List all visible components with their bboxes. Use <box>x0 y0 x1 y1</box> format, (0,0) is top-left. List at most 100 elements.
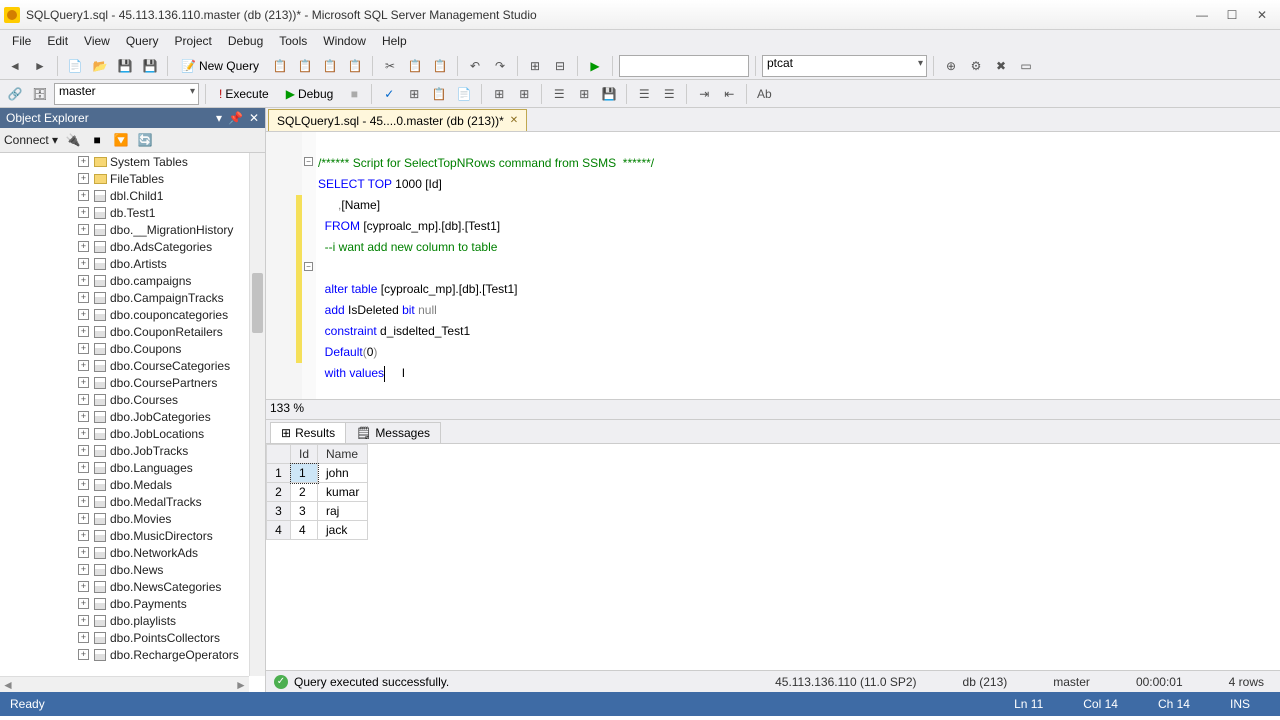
sql-editor[interactable]: − − /****** Script for SelectTopNRows co… <box>266 132 1280 400</box>
include-stats-icon[interactable]: ⊞ <box>513 83 535 105</box>
open-icon[interactable]: 📂 <box>89 55 111 77</box>
row-header[interactable]: 3 <box>267 502 291 521</box>
forward-icon[interactable]: ► <box>29 55 51 77</box>
nav-icon[interactable]: ⊞ <box>524 55 546 77</box>
cell-name[interactable]: raj <box>318 502 368 521</box>
results-file-icon[interactable]: 💾 <box>598 83 620 105</box>
expand-icon[interactable]: + <box>78 258 89 269</box>
cancel-connect-icon[interactable]: ✖ <box>990 55 1012 77</box>
tab-close-icon[interactable]: ✕ <box>510 115 518 126</box>
oe-disconnect-icon[interactable]: 🔌 <box>64 131 82 149</box>
start-debug-icon[interactable]: ▶ <box>584 55 606 77</box>
debug-button[interactable]: ▶ Debug <box>279 83 341 105</box>
expand-icon[interactable]: + <box>78 547 89 558</box>
tree-node[interactable]: +dbo.Languages <box>78 459 265 476</box>
save-all-icon[interactable]: 💾 <box>139 55 161 77</box>
expand-icon[interactable]: + <box>78 394 89 405</box>
login-combo[interactable]: ptcat <box>762 55 927 77</box>
expand-icon[interactable]: + <box>78 292 89 303</box>
paste-icon[interactable]: 📋 <box>429 55 451 77</box>
parse-icon[interactable]: ✓ <box>378 83 400 105</box>
tree-node[interactable]: +dbo.CourseCategories <box>78 357 265 374</box>
fold-icon[interactable]: − <box>304 262 313 271</box>
row-header[interactable]: 2 <box>267 483 291 502</box>
tree-node[interactable]: +dbo.couponcategories <box>78 306 265 323</box>
expand-icon[interactable]: + <box>78 615 89 626</box>
vertical-scrollbar[interactable] <box>249 153 265 676</box>
change-connection-icon[interactable]: 🔗 <box>4 83 26 105</box>
expand-icon[interactable]: + <box>78 377 89 388</box>
cell-id[interactable]: 3 <box>291 502 318 521</box>
tree-node[interactable]: +dbo.Medals <box>78 476 265 493</box>
menu-project[interactable]: Project <box>167 32 220 50</box>
specify-values-icon[interactable]: Ab <box>753 83 775 105</box>
expand-icon[interactable]: + <box>78 411 89 422</box>
tree-node[interactable]: +dbo.Payments <box>78 595 265 612</box>
row-header[interactable]: 1 <box>267 464 291 483</box>
tree-node[interactable]: +dbo.CouponRetailers <box>78 323 265 340</box>
tree-node[interactable]: +FileTables <box>78 170 265 187</box>
autohide-icon[interactable]: 📌 <box>228 111 243 125</box>
stop-icon[interactable]: ■ <box>343 83 365 105</box>
dmx-query-icon[interactable]: 📋 <box>344 55 366 77</box>
cell-id[interactable]: 4 <box>291 521 318 540</box>
tree-node[interactable]: +dbo.CoursePartners <box>78 374 265 391</box>
expand-icon[interactable]: + <box>78 530 89 541</box>
close-button[interactable]: ✕ <box>1248 5 1276 25</box>
expand-icon[interactable]: + <box>78 360 89 371</box>
tree-node[interactable]: +dbo.JobTracks <box>78 442 265 459</box>
expand-icon[interactable]: + <box>78 190 89 201</box>
tree-node[interactable]: +dbo.PointsCollectors <box>78 629 265 646</box>
menu-file[interactable]: File <box>4 32 39 50</box>
expand-icon[interactable]: + <box>78 513 89 524</box>
menu-debug[interactable]: Debug <box>220 32 271 50</box>
table-row[interactable]: 11john <box>267 464 368 483</box>
table-row[interactable]: 44jack <box>267 521 368 540</box>
menu-window[interactable]: Window <box>315 32 374 50</box>
tree-node[interactable]: +System Tables <box>78 153 265 170</box>
expand-icon[interactable]: + <box>78 326 89 337</box>
tree-node[interactable]: +dbo.MusicDirectors <box>78 527 265 544</box>
menu-query[interactable]: Query <box>118 32 167 50</box>
register-icon[interactable]: ⊕ <box>940 55 962 77</box>
tree-node[interactable]: +dbo.Movies <box>78 510 265 527</box>
cut-icon[interactable]: ✂ <box>379 55 401 77</box>
expand-icon[interactable]: + <box>78 564 89 575</box>
redo-icon[interactable]: ↷ <box>489 55 511 77</box>
cell-id[interactable]: 1 <box>291 464 318 483</box>
oe-filter-icon[interactable]: 🔽 <box>112 131 130 149</box>
tree-node[interactable]: +dbo.JobLocations <box>78 425 265 442</box>
tree-node[interactable]: +dbo.RechargeOperators <box>78 646 265 663</box>
estimated-plan-icon[interactable]: ⊞ <box>403 83 425 105</box>
uncomment-icon[interactable]: ☰ <box>658 83 680 105</box>
include-plan-icon[interactable]: ⊞ <box>488 83 510 105</box>
db-engine-query-icon[interactable]: 📋 <box>269 55 291 77</box>
tree-node[interactable]: +dbo.AdsCategories <box>78 238 265 255</box>
expand-icon[interactable]: + <box>78 632 89 643</box>
mdx-query-icon[interactable]: 📋 <box>319 55 341 77</box>
connect-button[interactable]: Connect ▾ <box>4 133 58 147</box>
tree-node[interactable]: +dbl.Child1 <box>78 187 265 204</box>
grid-header-id[interactable]: Id <box>291 445 318 464</box>
tree-node[interactable]: +db.Test1 <box>78 204 265 221</box>
available-db-icon[interactable]: 🗄 <box>29 83 51 105</box>
expand-icon[interactable]: + <box>78 581 89 592</box>
cell-name[interactable]: john <box>318 464 368 483</box>
expand-icon[interactable]: + <box>78 496 89 507</box>
tree-node[interactable]: +dbo.CampaignTracks <box>78 289 265 306</box>
comment-icon[interactable]: ☰ <box>633 83 655 105</box>
expand-icon[interactable]: + <box>78 479 89 490</box>
tree-node[interactable]: +dbo.campaigns <box>78 272 265 289</box>
cell-name[interactable]: jack <box>318 521 368 540</box>
undo-icon[interactable]: ↶ <box>464 55 486 77</box>
minimize-button[interactable]: — <box>1188 5 1216 25</box>
intellisense-icon[interactable]: 📄 <box>453 83 475 105</box>
expand-icon[interactable]: + <box>78 462 89 473</box>
find-input[interactable] <box>619 55 749 77</box>
expand-icon[interactable]: + <box>78 649 89 660</box>
code-content[interactable]: /****** Script for SelectTopNRows comman… <box>316 132 654 399</box>
table-row[interactable]: 33raj <box>267 502 368 521</box>
copy-icon[interactable]: 📋 <box>404 55 426 77</box>
query-options-icon[interactable]: 📋 <box>428 83 450 105</box>
row-header[interactable]: 4 <box>267 521 291 540</box>
